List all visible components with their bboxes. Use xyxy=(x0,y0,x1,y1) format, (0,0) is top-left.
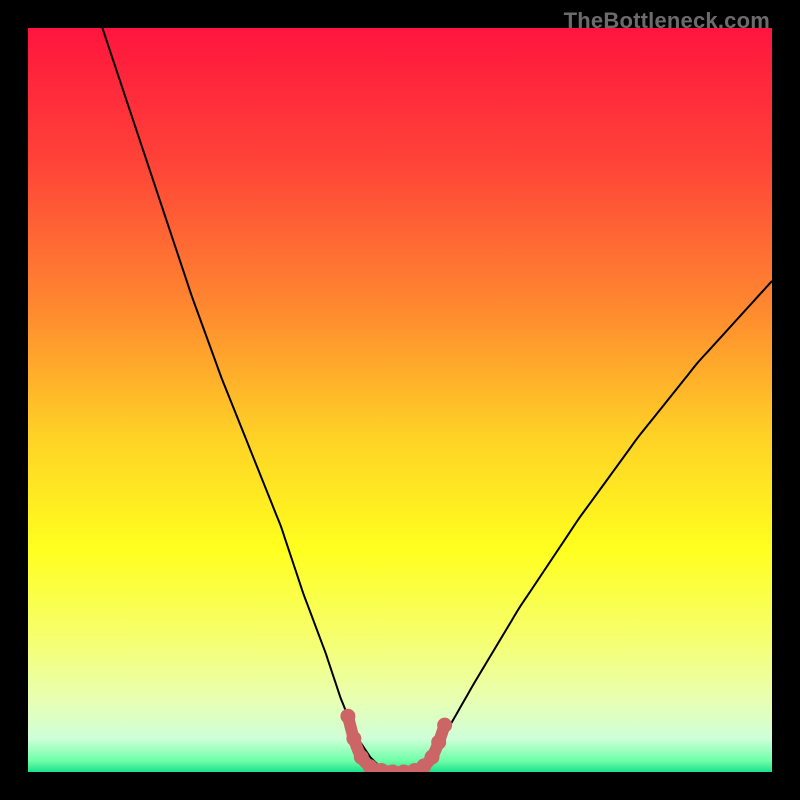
plot-area xyxy=(28,28,772,772)
marker-dot xyxy=(431,735,446,750)
bottleneck-chart xyxy=(28,28,772,772)
marker-dot xyxy=(424,750,439,765)
marker-dot xyxy=(437,718,452,733)
marker-dot xyxy=(340,709,355,724)
chart-frame: TheBottleneck.com xyxy=(0,0,800,800)
marker-dot xyxy=(346,731,361,746)
watermark-text: TheBottleneck.com xyxy=(564,8,770,34)
